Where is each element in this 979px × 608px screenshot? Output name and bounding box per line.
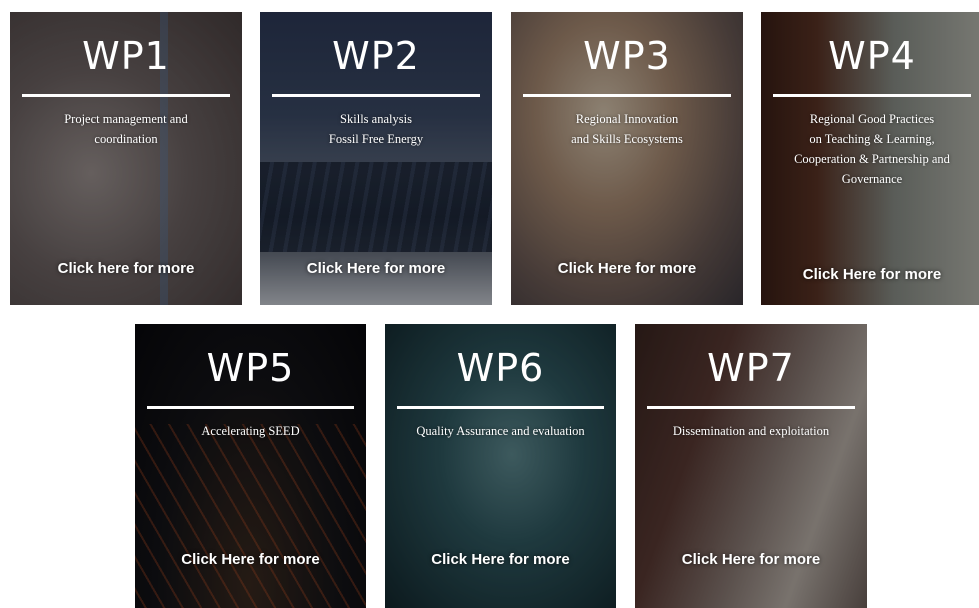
wp2-more-link[interactable]: Click Here for more: [260, 260, 492, 277]
wp4-description: Regional Good Practices on Teaching & Le…: [794, 112, 950, 186]
wp3-divider: [523, 94, 731, 97]
wp7-divider: [647, 406, 855, 409]
wp2-card[interactable]: WP2 Skills analysis Fossil Free Energy C…: [260, 12, 492, 305]
wp5-title: WP5: [206, 346, 295, 390]
wp7-card[interactable]: WP7 Dissemination and exploitation Click…: [635, 324, 867, 608]
wp1-title: WP1: [82, 34, 170, 78]
wp3-title: WP3: [583, 34, 671, 78]
wp2-divider: [272, 94, 480, 97]
wp7-more-link[interactable]: Click Here for more: [635, 551, 867, 568]
wp3-more-link[interactable]: Click Here for more: [511, 260, 743, 277]
wp7-description: Dissemination and exploitation: [672, 424, 830, 438]
wp4-more-link[interactable]: Click Here for more: [761, 266, 979, 283]
wp6-card[interactable]: WP6 Quality Assurance and evaluation Cli…: [385, 324, 616, 608]
wp2-description: Skills analysis Fossil Free Energy: [328, 112, 424, 146]
wp4-title: WP4: [828, 34, 916, 78]
wp1-description: Project management and coordination: [64, 112, 188, 146]
wp5-more-link[interactable]: Click Here for more: [135, 551, 366, 568]
wp5-divider: [147, 406, 354, 409]
wp2-title: WP2: [332, 34, 420, 78]
wp5-card[interactable]: WP5 Accelerating SEED Click Here for mor…: [135, 324, 366, 608]
wp6-title: WP6: [456, 346, 545, 390]
wp3-description: Regional Innovation and Skills Ecosystem…: [571, 112, 683, 146]
wp6-more-link[interactable]: Click Here for more: [385, 551, 616, 568]
wp6-description: Quality Assurance and evaluation: [416, 424, 585, 438]
wp6-divider: [397, 406, 604, 409]
wp5-description: Accelerating SEED: [201, 424, 300, 438]
work-package-grid: WP1 Project management and coordination …: [0, 0, 979, 608]
wp4-card[interactable]: WP4 Regional Good Practices on Teaching …: [761, 12, 979, 305]
wp4-divider: [773, 94, 971, 97]
wp3-card[interactable]: WP3 Regional Innovation and Skills Ecosy…: [511, 12, 743, 305]
wp1-divider: [22, 94, 230, 97]
wp1-more-link[interactable]: Click here for more: [10, 260, 242, 277]
wp7-title: WP7: [707, 346, 795, 390]
wp1-card[interactable]: WP1 Project management and coordination …: [10, 12, 242, 305]
